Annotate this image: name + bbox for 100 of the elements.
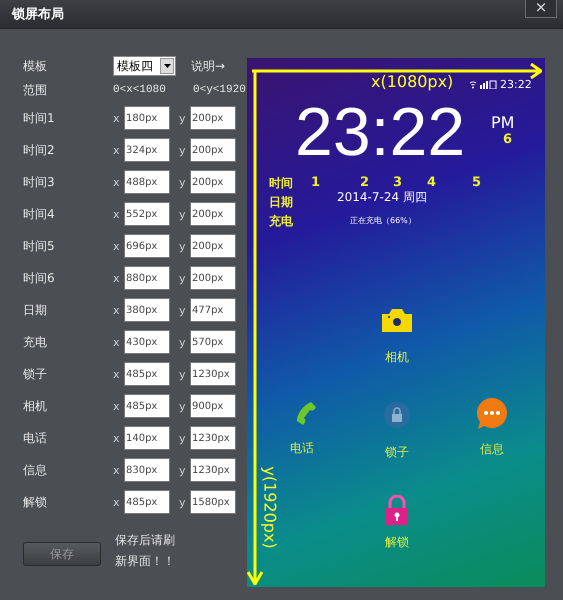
charging-text: 正在充电（66%）: [350, 215, 416, 226]
axis-label: y: [179, 272, 187, 284]
axis-label: x: [113, 464, 121, 476]
save-note: 保存后请刷新界面！！: [115, 532, 176, 570]
shortcut-label: 相机: [385, 349, 409, 366]
x-input[interactable]: 140px: [124, 426, 170, 450]
x-input[interactable]: 485px: [124, 362, 170, 386]
field-label: 时间5: [23, 238, 56, 254]
field-label: 时间6: [23, 270, 56, 286]
range-text: 0<y<1920: [193, 84, 246, 96]
field-label: 充电: [23, 334, 48, 350]
field-label: 电话: [23, 430, 48, 446]
y-input[interactable]: 900px: [190, 394, 236, 418]
y-input[interactable]: 200px: [190, 170, 236, 194]
shortcut-label: 信息: [480, 441, 504, 458]
x-input[interactable]: 324px: [124, 138, 170, 162]
date-text: 2014-7-24 周四: [337, 189, 427, 206]
marker-number: 3: [393, 175, 402, 190]
x-input[interactable]: 488px: [124, 170, 170, 194]
y-input[interactable]: 1230px: [190, 362, 236, 386]
marker-number: 2: [360, 175, 370, 190]
field-label: 日期: [23, 302, 48, 318]
axis-label: y: [179, 432, 187, 444]
axis-label: x: [113, 112, 121, 124]
y-input[interactable]: 570px: [190, 330, 236, 354]
axis-label: x: [113, 400, 121, 412]
x-input[interactable]: 380px: [124, 298, 170, 322]
axis-label: y: [179, 304, 187, 316]
y-input[interactable]: 200px: [190, 202, 236, 226]
marker-label: 日期: [269, 194, 293, 210]
shortcut-label: 锁子: [385, 444, 409, 461]
axis-label: y: [179, 496, 187, 508]
axis-label: x: [113, 272, 121, 284]
y-input[interactable]: 200px: [190, 138, 236, 162]
am-pm-label: PM: [491, 113, 514, 132]
field-label: 时间1: [23, 110, 56, 126]
x-input[interactable]: 180px: [124, 106, 170, 130]
shortcut-label: 电话: [290, 440, 314, 457]
axis-label: y: [179, 400, 187, 412]
y-input[interactable]: 200px: [190, 106, 236, 130]
caret-icon: [164, 64, 170, 68]
field-label: 解锁: [23, 494, 48, 510]
axis-label: y: [179, 176, 187, 188]
field-label: 时间4: [23, 206, 56, 222]
axis-label: x: [113, 496, 121, 508]
axis-label: y: [179, 144, 187, 156]
marker-number: 1: [311, 175, 320, 190]
marker-number: 5: [472, 175, 482, 190]
axis-label: y(1920px): [260, 466, 280, 549]
axis-label: x: [113, 176, 121, 188]
axis-label: y: [179, 368, 187, 380]
x-input[interactable]: 552px: [124, 202, 170, 226]
field-label: 信息: [23, 462, 48, 478]
range-text: 0<x<1080: [113, 84, 167, 96]
camera-icon: [382, 308, 412, 332]
message-icon: [476, 398, 508, 430]
axis-label: x: [113, 368, 121, 380]
axis-label: y: [179, 112, 187, 124]
axis-label: x: [113, 304, 121, 316]
axis-label: x: [113, 208, 121, 220]
marker-label: 充电: [269, 213, 293, 229]
field-label: 时间3: [23, 174, 56, 190]
field-label: 范围: [23, 82, 48, 98]
close-button[interactable]: ×: [525, 0, 557, 18]
marker-number: 4: [427, 175, 436, 190]
help-label: 说明→: [191, 58, 226, 74]
field-label: 时间2: [23, 142, 56, 158]
lock-icon: [383, 401, 411, 429]
template-dropdown[interactable]: 模板四: [113, 56, 176, 76]
shortcut-label: 解锁: [385, 534, 409, 551]
y-input[interactable]: 200px: [190, 266, 236, 290]
x-input[interactable]: 485px: [124, 394, 170, 418]
y-input[interactable]: 200px: [190, 234, 236, 258]
clock-time: 23:22: [295, 98, 466, 166]
window-title: 锁屏布局: [12, 6, 64, 23]
field-label: 模板: [23, 58, 48, 74]
y-input[interactable]: 1230px: [190, 458, 236, 482]
axis-label: x: [113, 336, 121, 348]
marker-label: 时间: [269, 175, 293, 191]
y-input[interactable]: 477px: [190, 298, 236, 322]
axis-label: y: [179, 336, 187, 348]
padlock-icon: [385, 495, 409, 525]
axis-label: x(1080px): [371, 72, 454, 91]
axis-label: y: [179, 464, 187, 476]
status-time: 23:22: [500, 78, 532, 91]
axis-label: x: [113, 432, 121, 444]
axis-label: y: [179, 208, 187, 220]
x-input[interactable]: 830px: [124, 458, 170, 482]
y-input[interactable]: 1230px: [190, 426, 236, 450]
y-input[interactable]: 1580px: [190, 490, 236, 514]
axis-label: x: [113, 240, 121, 252]
x-input[interactable]: 880px: [124, 266, 170, 290]
axis-label: y: [179, 240, 187, 252]
x-input[interactable]: 696px: [124, 234, 170, 258]
field-label: 相机: [23, 398, 48, 414]
signal-icon: [469, 80, 497, 89]
field-label: 锁子: [23, 366, 48, 382]
axis-label: x: [113, 144, 121, 156]
x-input[interactable]: 485px: [124, 490, 170, 514]
x-input[interactable]: 430px: [124, 330, 170, 354]
